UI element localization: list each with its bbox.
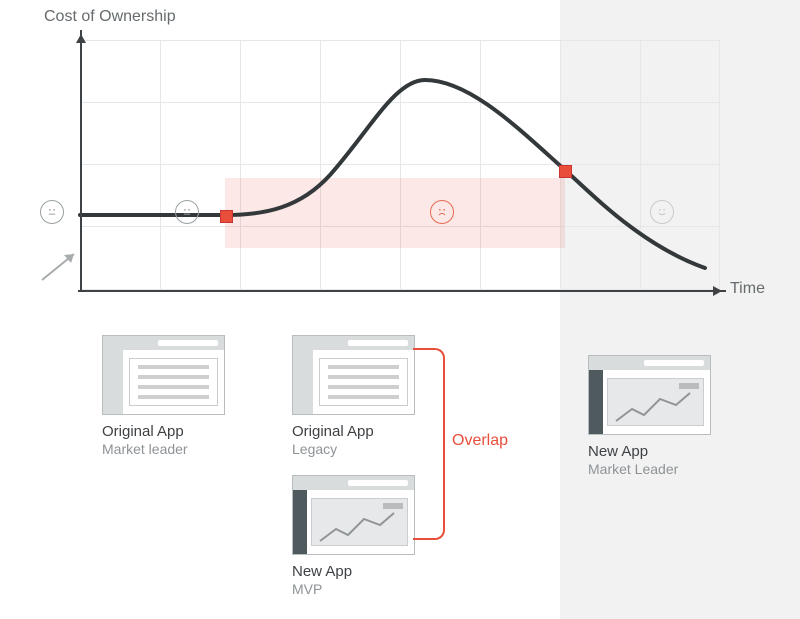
card-title: Original App (292, 423, 413, 440)
thumb-new-leader (588, 355, 711, 435)
mood-face-neutral-1 (40, 200, 64, 224)
card-subtitle: Market leader (102, 441, 223, 457)
card-title: New App (588, 443, 709, 460)
card-new-leader: New App Market Leader (588, 355, 709, 477)
card-original-legacy: Original App Legacy (292, 335, 413, 457)
overlap-bracket (413, 348, 445, 540)
card-subtitle: MVP (292, 581, 413, 597)
thumb-original-leader (102, 335, 225, 415)
card-subtitle: Legacy (292, 441, 413, 457)
mood-face-happy (650, 200, 674, 224)
x-axis (78, 290, 726, 292)
card-subtitle: Market Leader (588, 461, 709, 477)
card-original-leader: Original App Market leader (102, 335, 223, 457)
thumb-new-mvp (292, 475, 415, 555)
overlap-label: Overlap (452, 432, 508, 450)
mood-face-neutral-2 (175, 200, 199, 224)
thumb-original-legacy (292, 335, 415, 415)
growth-arrow-icon (38, 246, 84, 286)
card-new-mvp: New App MVP (292, 475, 413, 597)
card-title: Original App (102, 423, 223, 440)
mood-face-unhappy (430, 200, 454, 224)
cost-curve (0, 0, 800, 320)
diagram-stage: Cost of Ownership Time (0, 0, 800, 619)
marker-overlap-start (220, 210, 233, 223)
card-title: New App (292, 563, 413, 580)
marker-overlap-end (559, 165, 572, 178)
